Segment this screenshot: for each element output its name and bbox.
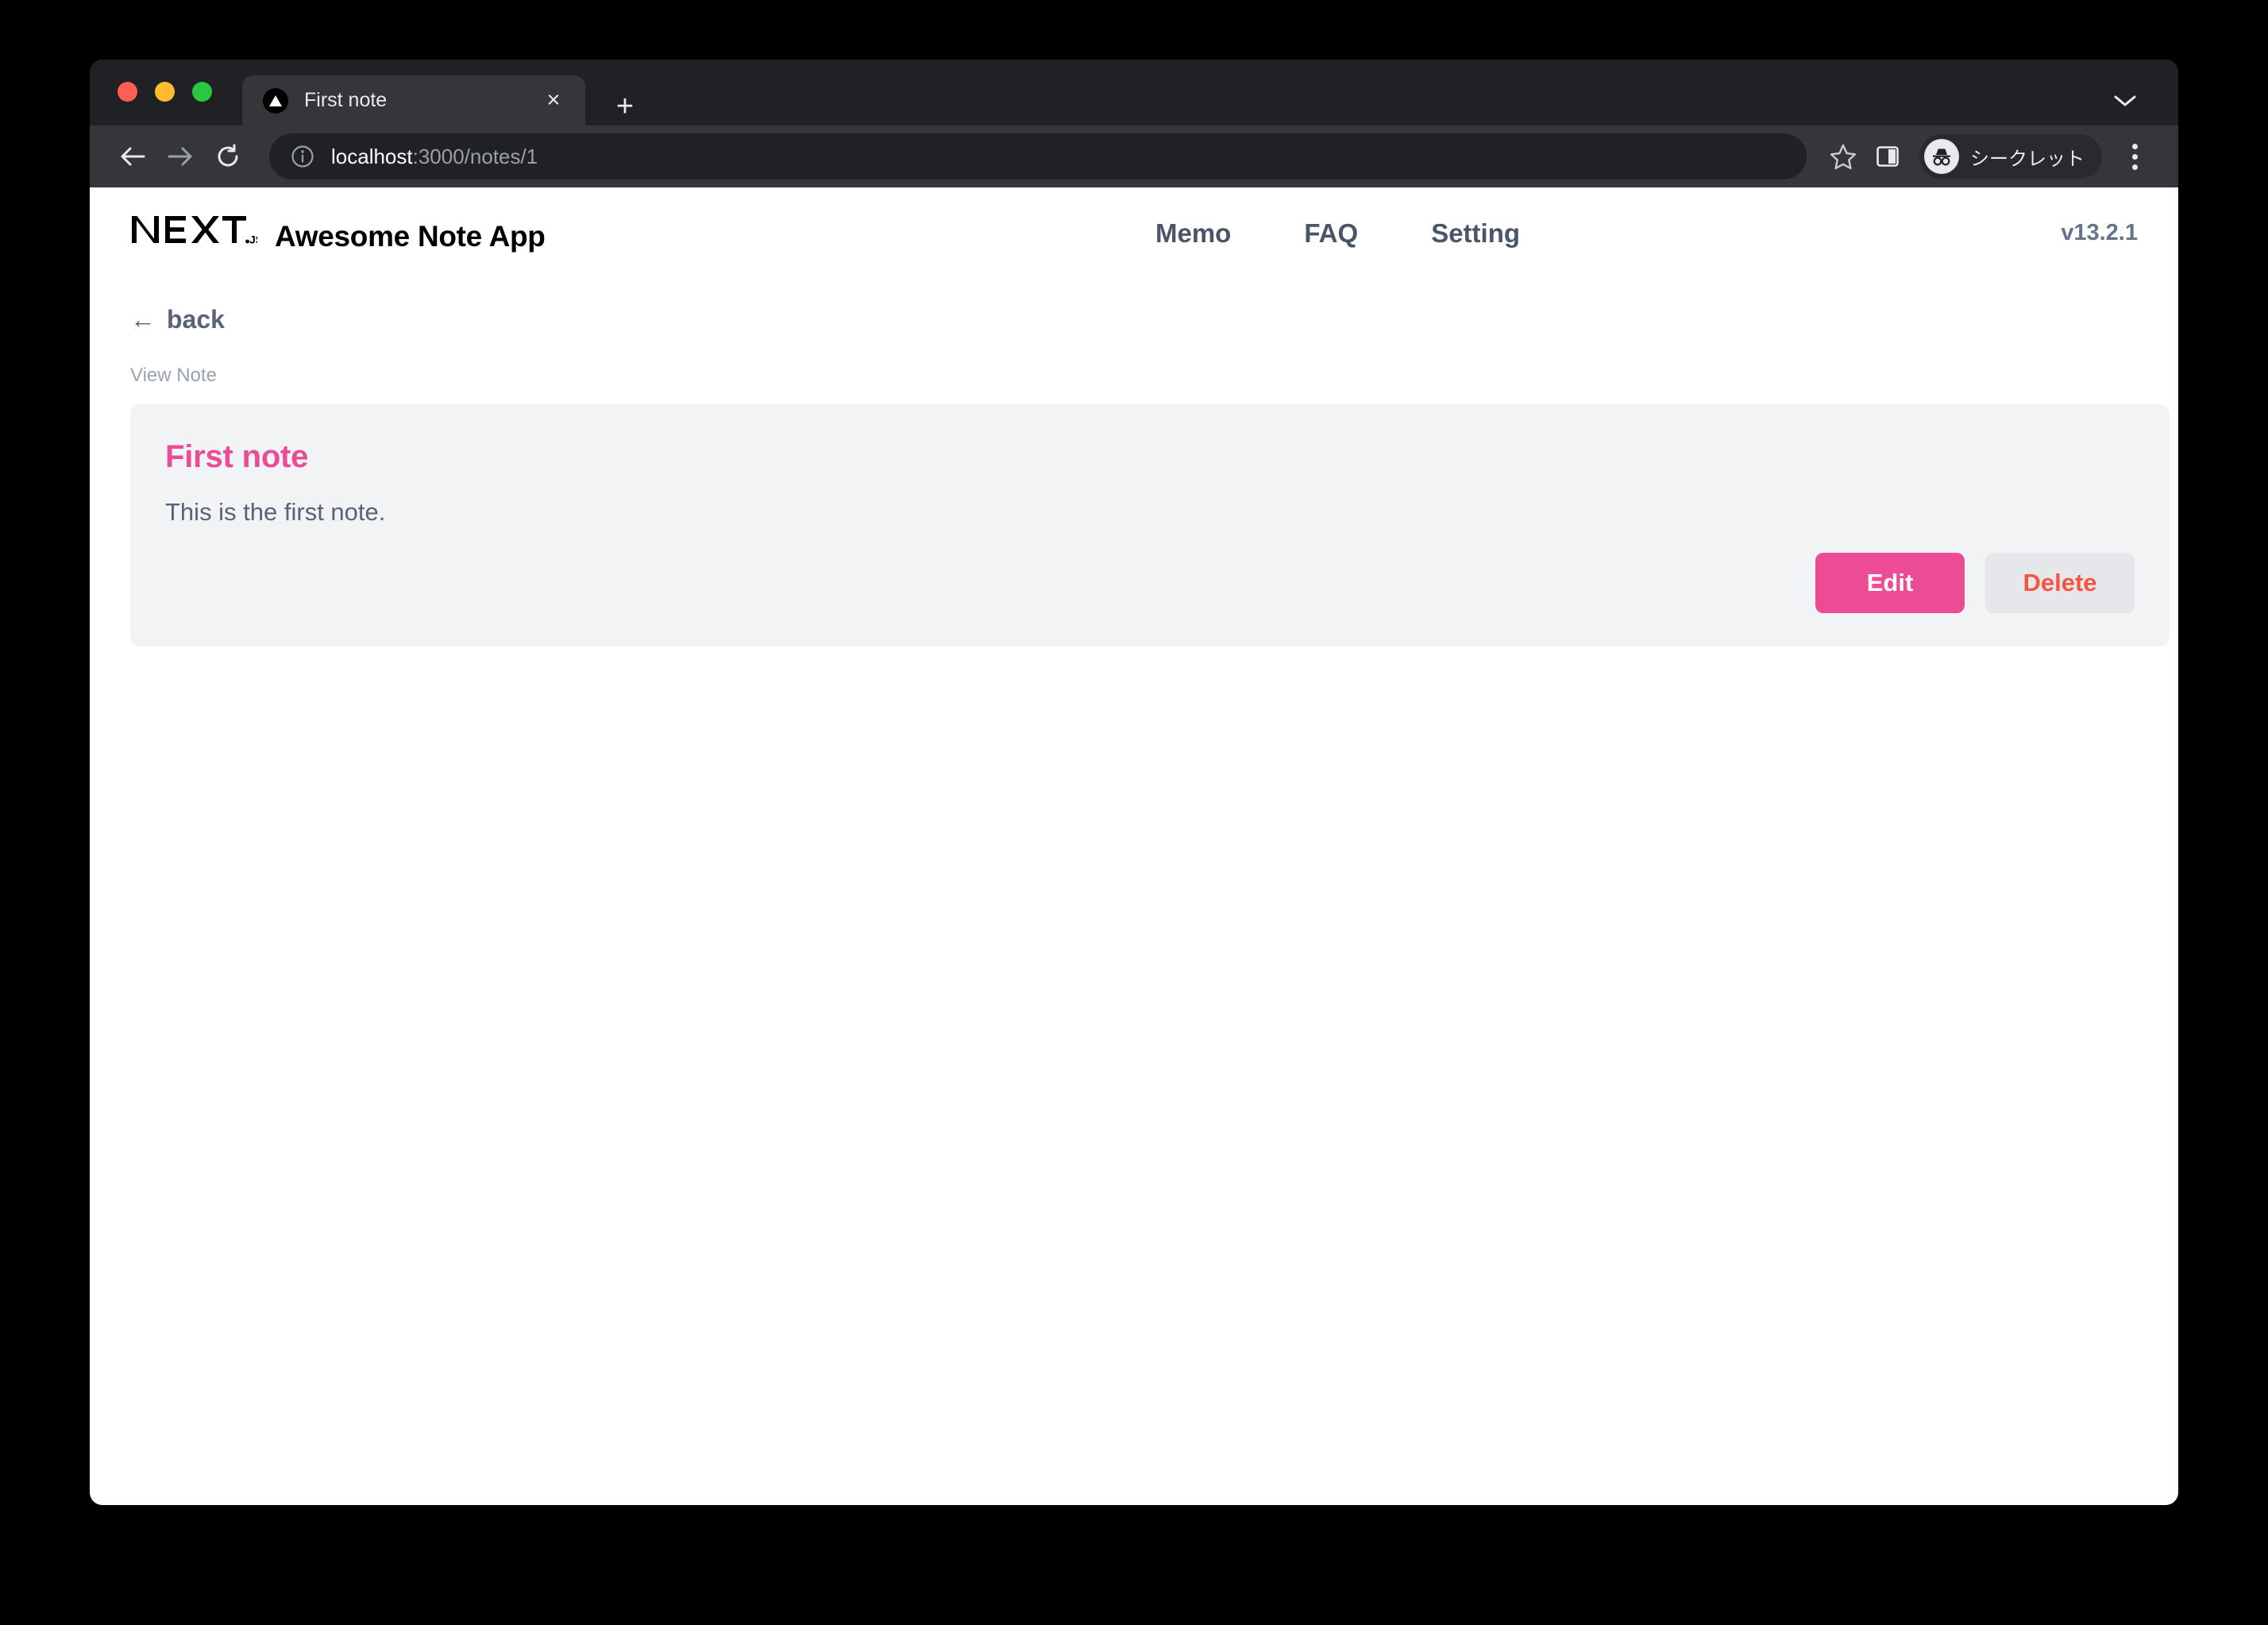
zoom-window-button[interactable]: [192, 82, 212, 102]
star-icon[interactable]: [1821, 134, 1865, 179]
note-card: First note This is the first note. Edit …: [130, 404, 2170, 647]
back-arrow-icon[interactable]: [109, 133, 156, 180]
edit-button[interactable]: Edit: [1815, 553, 1965, 613]
address-bar-text: localhost:3000/notes/1: [331, 145, 538, 169]
back-arrow-icon: ←: [130, 305, 156, 334]
app-version-badge: v13.2.1: [2061, 220, 2138, 245]
nextjs-triangle-icon: [263, 87, 288, 114]
brand: JS Awesome Note App: [130, 213, 546, 253]
tab-title: First note: [304, 89, 388, 111]
delete-button[interactable]: Delete: [1985, 553, 2135, 613]
note-body: This is the first note.: [165, 498, 386, 526]
side-panel-icon[interactable]: [1865, 134, 1910, 179]
browser-window: First note × + localhost:3000/notes/1 シー…: [90, 60, 2178, 1505]
kebab-menu-icon[interactable]: [2113, 135, 2156, 178]
window-traffic-lights: [118, 82, 212, 102]
incognito-icon: [1924, 139, 1959, 174]
back-link-label: back: [167, 305, 225, 334]
close-tab-icon[interactable]: ×: [538, 85, 569, 117]
breadcrumb: View Note: [130, 365, 217, 386]
nav-item-memo[interactable]: Memo: [1155, 212, 1231, 255]
note-actions: Edit Delete: [1815, 553, 2135, 613]
close-window-button[interactable]: [118, 82, 137, 102]
address-bar-host: localhost: [331, 144, 413, 168]
main-content: ← back View Note First note This is the …: [90, 279, 2178, 647]
back-link[interactable]: ← back: [130, 305, 225, 334]
nav-item-faq[interactable]: FAQ: [1304, 212, 1358, 255]
nav-item-setting[interactable]: Setting: [1431, 212, 1520, 255]
nextjs-wordmark-icon: JS: [130, 213, 257, 246]
incognito-indicator[interactable]: シークレット: [1919, 134, 2102, 179]
incognito-label: シークレット: [1970, 148, 2085, 170]
app-nav: Memo FAQ Setting: [1155, 212, 1520, 255]
page-viewport: JS Awesome Note App Memo FAQ Setting v13…: [90, 187, 2178, 1505]
address-bar-path: :3000/notes/1: [412, 144, 538, 168]
minimize-window-button[interactable]: [155, 82, 175, 102]
browser-tab[interactable]: First note ×: [242, 75, 585, 125]
forward-arrow-icon[interactable]: [156, 133, 204, 180]
page-title: Awesome Note App: [275, 220, 546, 253]
svg-text:JS: JS: [249, 234, 257, 246]
app-header: JS Awesome Note App Memo FAQ Setting v13…: [90, 187, 2178, 279]
new-tab-button[interactable]: +: [606, 87, 644, 125]
info-circle-icon[interactable]: [290, 144, 315, 169]
reload-icon[interactable]: [204, 133, 252, 180]
note-title: First note: [165, 439, 309, 474]
tab-strip: First note × +: [90, 60, 2178, 125]
address-bar[interactable]: localhost:3000/notes/1: [269, 133, 1807, 179]
chevron-down-icon[interactable]: [2108, 83, 2143, 118]
browser-toolbar: localhost:3000/notes/1 シークレット: [90, 125, 2178, 187]
